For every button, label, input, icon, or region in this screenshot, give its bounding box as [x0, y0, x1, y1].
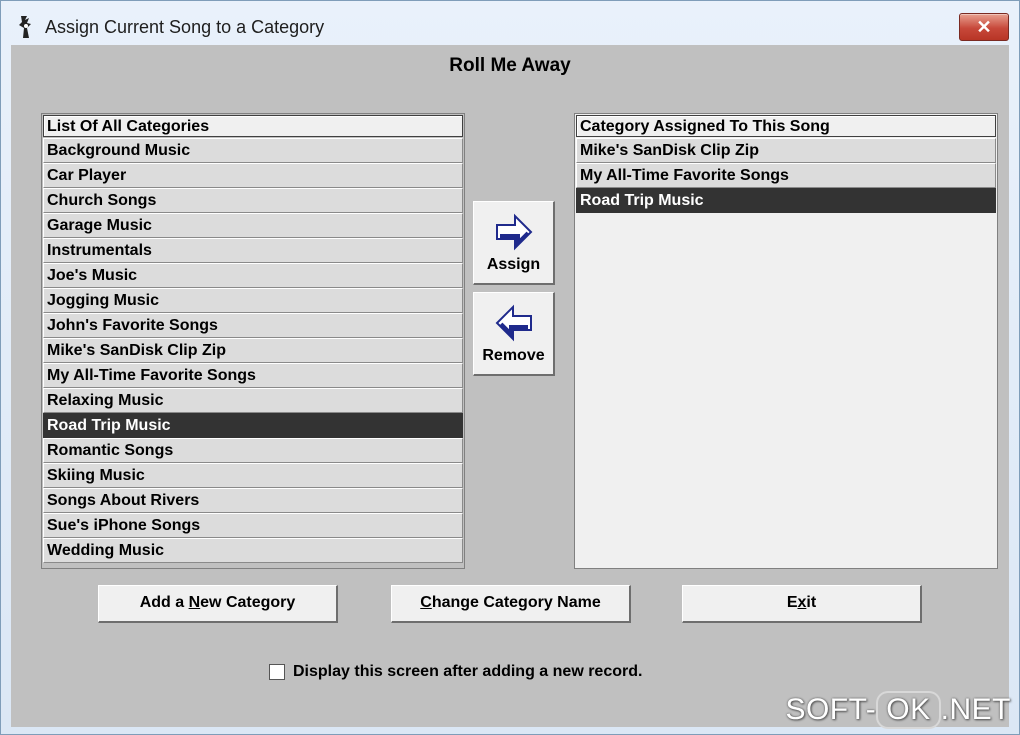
add-new-category-label-pre: Add a — [139, 594, 189, 611]
all-categories-row[interactable]: Church Songs — [43, 188, 463, 213]
assigned-categories-row[interactable]: Mike's SanDisk Clip Zip — [576, 138, 996, 163]
all-categories-row[interactable]: Road Trip Music — [43, 413, 463, 438]
display-after-add-checkbox[interactable] — [269, 664, 285, 680]
exit-label-pre: E — [786, 594, 798, 611]
all-categories-row[interactable]: My All-Time Favorite Songs — [43, 363, 463, 388]
song-title: Roll Me Away — [449, 55, 571, 76]
watermark-ok: OK — [878, 693, 939, 727]
left-arrow-icon — [495, 304, 532, 342]
all-categories-row[interactable]: John's Favorite Songs — [43, 313, 463, 338]
title-bar: Assign Current Song to a Category ✕ — [1, 1, 1019, 43]
change-category-name-button[interactable]: Change Category Name — [391, 585, 631, 623]
dialog-body: Roll Me Away List Of All Categories Back… — [11, 45, 1009, 727]
all-categories-row[interactable]: Sue's iPhone Songs — [43, 513, 463, 538]
assigned-categories-list[interactable]: Category Assigned To This Song Mike's Sa… — [574, 113, 998, 569]
assigned-categories-row[interactable]: My All-Time Favorite Songs — [576, 163, 996, 188]
display-after-add-option: Display this screen after adding a new r… — [269, 661, 642, 683]
all-categories-row[interactable]: Instrumentals — [43, 238, 463, 263]
exit-label-post: it — [806, 594, 817, 611]
assigned-categories-row[interactable]: Road Trip Music — [576, 188, 996, 213]
all-categories-row[interactable]: Car Player — [43, 163, 463, 188]
all-categories-row[interactable]: Wedding Music — [43, 538, 463, 563]
all-categories-row[interactable]: Garage Music — [43, 213, 463, 238]
change-name-accel: C — [420, 594, 432, 611]
assign-button[interactable]: Assign — [473, 201, 555, 285]
all-categories-row[interactable]: Background Music — [43, 138, 463, 163]
all-categories-list[interactable]: List Of All Categories Background Music C… — [41, 113, 465, 569]
display-after-add-label: Display this screen after adding a new r… — [293, 663, 643, 680]
assign-label: Assign — [486, 256, 541, 273]
watermark-right: .NET — [940, 693, 1011, 726]
app-icon — [19, 16, 31, 38]
all-categories-row[interactable]: Jogging Music — [43, 288, 463, 313]
close-button[interactable]: ✕ — [959, 13, 1009, 41]
remove-label: Remove — [482, 347, 545, 364]
right-arrow-icon — [495, 213, 532, 251]
all-categories-row[interactable]: Songs About Rivers — [43, 488, 463, 513]
window-title: Assign Current Song to a Category — [45, 17, 325, 37]
change-name-label: hange Category Name — [431, 594, 601, 611]
remove-button[interactable]: Remove — [473, 292, 555, 376]
assigned-categories-header: Category Assigned To This Song — [576, 115, 996, 137]
all-categories-row[interactable]: Mike's SanDisk Clip Zip — [43, 338, 463, 363]
all-categories-row[interactable]: Skiing Music — [43, 463, 463, 488]
add-new-category-accel: N — [188, 594, 201, 611]
watermark: SOFT- OK .NET — [785, 690, 1011, 730]
all-categories-row[interactable]: Romantic Songs — [43, 438, 463, 463]
dialog-window: Assign Current Song to a Category ✕ Roll… — [0, 0, 1020, 735]
watermark-left: SOFT- — [785, 693, 877, 726]
add-new-category-button[interactable]: Add a New Category — [98, 585, 338, 623]
close-icon: ✕ — [976, 16, 992, 37]
exit-button[interactable]: Exit — [682, 585, 922, 623]
all-categories-row[interactable]: Joe's Music — [43, 263, 463, 288]
all-categories-row[interactable]: Relaxing Music — [43, 388, 463, 413]
add-new-category-label-post: ew Category — [200, 594, 296, 611]
all-categories-header: List Of All Categories — [43, 115, 463, 137]
